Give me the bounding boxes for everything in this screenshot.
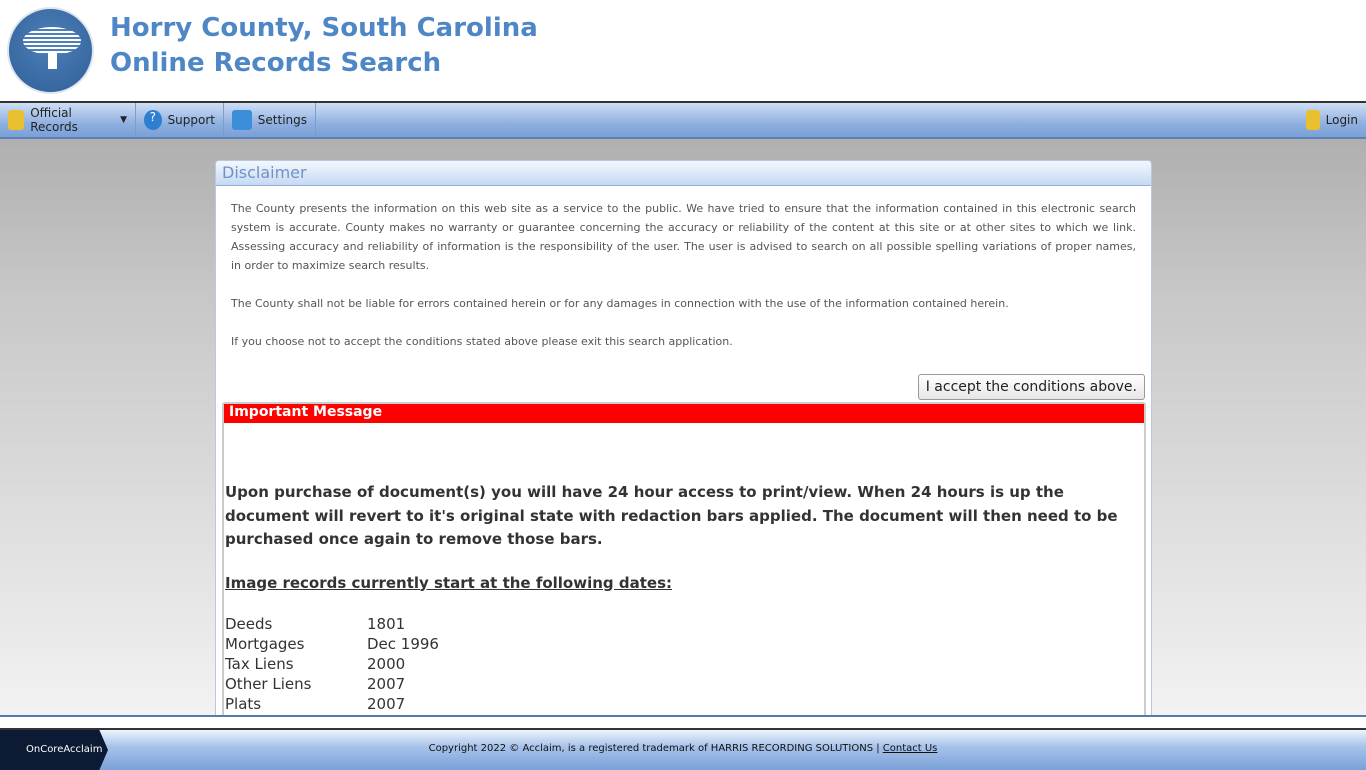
nav-official-records[interactable]: Official Records ▼: [0, 103, 136, 137]
header: Horry County, South Carolina Online Reco…: [0, 0, 1366, 101]
nav-label: Support: [167, 113, 215, 127]
lock-icon: [1305, 110, 1320, 130]
nav-label: Login: [1325, 113, 1358, 127]
record-type: Mortgages: [225, 635, 305, 653]
record-type: Other Liens: [225, 675, 312, 693]
record-type: Plats: [225, 695, 262, 713]
help-icon: ?: [144, 110, 162, 130]
record-date: Dec 1996: [367, 635, 439, 653]
chevron-down-icon: ▼: [120, 115, 127, 125]
login-button[interactable]: Login: [1298, 103, 1366, 137]
dates-heading: Image records currently start at the fol…: [225, 573, 673, 592]
table-row: Tax Liens 2000: [225, 654, 439, 674]
records-icon: [8, 110, 25, 130]
dates-table: Deeds 1801 Mortgages Dec 1996 Tax Liens 200…: [225, 614, 439, 714]
nav-label: Settings: [257, 113, 307, 127]
copyright: Copyright 2022 © Acclaim, is a registere…: [0, 743, 1366, 754]
nav-label: Official Records: [30, 106, 78, 134]
disclaimer-text: The County presents the information on t…: [231, 202, 1136, 272]
message-body: Upon purchase of document(s) you will ha…: [225, 483, 1118, 548]
record-date: 2000: [367, 655, 406, 673]
disclaimer-panel: Disclaimer The County presents the infor…: [215, 160, 1152, 720]
exit-text: If you choose not to accept the conditio…: [231, 335, 733, 348]
record-type: Tax Liens: [225, 655, 294, 673]
accept-conditions-button[interactable]: I accept the conditions above.: [917, 374, 1145, 400]
footer-bar: OnCoreAcclaim Copyright 2022 © Acclaim, …: [0, 728, 1366, 770]
record-type: Deeds: [225, 615, 273, 633]
record-date: 1801: [367, 615, 406, 633]
message-title: Important Message: [224, 404, 1144, 423]
table-row: Other Liens 2007: [225, 674, 439, 694]
footer: OnCoreAcclaim Copyright 2022 © Acclaim, …: [0, 715, 1366, 770]
liability-text: The County shall not be liable for error…: [231, 297, 1009, 310]
record-date: 2007: [367, 695, 406, 713]
nav-support[interactable]: ? Support: [136, 103, 224, 137]
county-logo: [7, 7, 94, 94]
navbar: Official Records ▼ ? Support Settings Lo…: [0, 101, 1366, 139]
contact-us-link[interactable]: Contact Us: [883, 743, 938, 754]
settings-icon: [232, 110, 252, 130]
table-row: Deeds 1801: [225, 614, 439, 634]
table-row: Plats 2007: [225, 694, 439, 714]
disclaimer-title: Disclaimer: [216, 161, 1151, 186]
site-subtitle: Online Records Search: [110, 48, 442, 78]
table-row: Mortgages Dec 1996: [225, 634, 439, 654]
site-title: Horry County, South Carolina: [110, 13, 538, 43]
important-message: Important Message Upon purchase of docum…: [222, 402, 1146, 719]
copyright-text: Copyright 2022 © Acclaim, is a registere…: [428, 743, 883, 754]
record-date: 2007: [367, 675, 406, 693]
nav-settings[interactable]: Settings: [224, 103, 316, 137]
